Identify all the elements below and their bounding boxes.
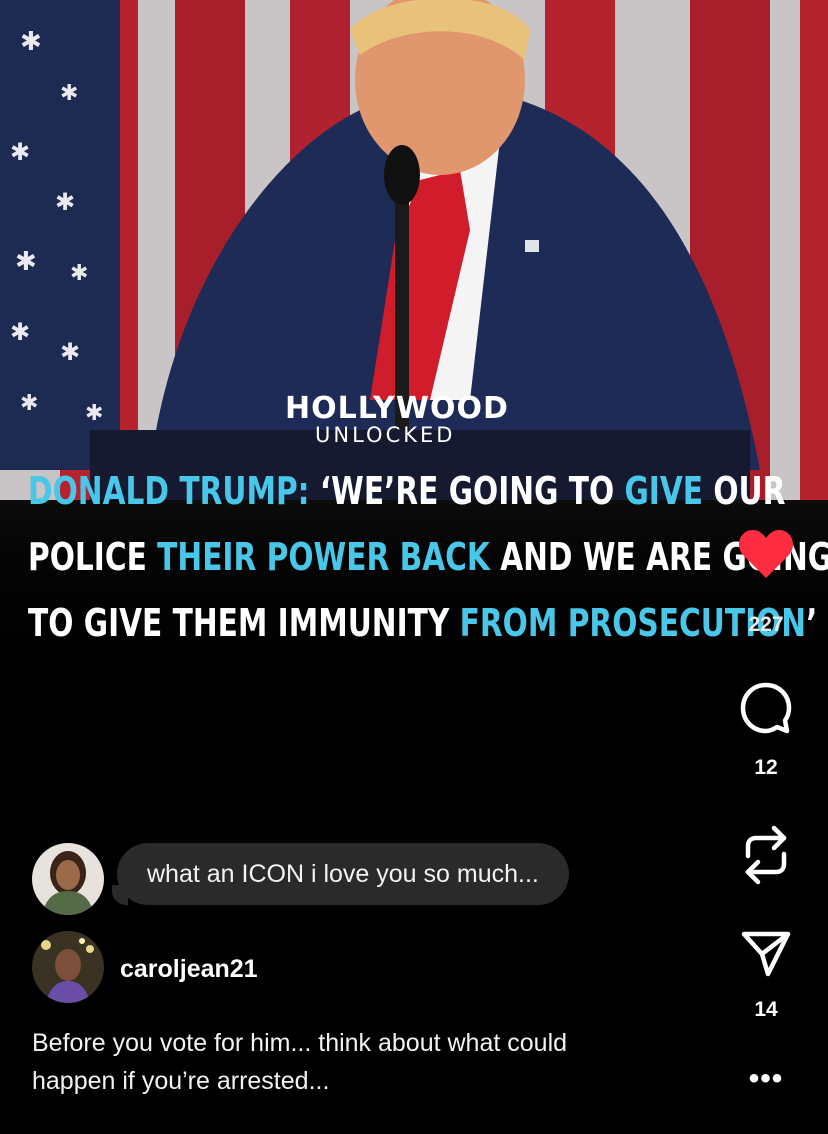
svg-text:✱: ✱ <box>10 139 30 166</box>
share-count: 14 <box>754 998 778 1021</box>
headline-line-2: POLICE THEIR POWER BACK AND WE ARE GOING <box>28 524 828 590</box>
brand-logo-top: HOLLYWOOD <box>285 391 509 426</box>
brand-logo: HOLLYWOOD UNLOCKED <box>285 391 545 447</box>
heart-icon <box>738 530 794 578</box>
svg-text:✱: ✱ <box>60 80 78 105</box>
svg-text:✱: ✱ <box>20 390 38 415</box>
more-options-button[interactable]: ••• <box>731 1064 801 1094</box>
headline-segment: THEIR POWER BACK <box>157 535 490 579</box>
headline-segment: ‘WE’RE GOING TO <box>309 469 625 513</box>
comment-bubble[interactable]: what an ICON i love you so much... <box>117 843 569 905</box>
headline-segment: POLICE <box>28 535 158 579</box>
headline-segment: DONALD TRUMP: <box>28 469 310 513</box>
author-avatar[interactable] <box>32 931 104 1003</box>
comment-count: 12 <box>754 756 778 779</box>
caption-line: Before you vote for him... think about w… <box>32 1029 568 1057</box>
headline-segment: OUR <box>703 469 786 513</box>
post-caption[interactable]: Before you vote for him... think about w… <box>32 1024 692 1100</box>
repost-button[interactable] <box>731 822 801 893</box>
headline-line-1: DONALD TRUMP: ‘WE’RE GOING TO GIVE OUR <box>28 458 785 524</box>
svg-text:✱: ✱ <box>60 339 80 366</box>
headline-line-3: TO GIVE THEM IMMUNITY FROM PROSECUTION’ <box>28 590 817 656</box>
video-headline: DONALD TRUMP: ‘WE’RE GOING TO GIVE OUR P… <box>28 458 828 656</box>
brand-logo-bottom: UNLOCKED <box>315 423 545 447</box>
svg-text:✱: ✱ <box>85 400 103 425</box>
like-button[interactable] <box>731 528 801 585</box>
headline-segment: GIVE <box>624 469 704 513</box>
reel-screen: ✱ ✱ ✱ ✱ ✱ ✱ ✱ ✱ ✱ ✱ HOLLYWOOD UNLOCKED D… <box>0 0 828 1134</box>
commenter-avatar[interactable] <box>32 843 104 915</box>
comment-button[interactable] <box>731 681 801 740</box>
caption-line: happen if you’re arrested... <box>32 1067 330 1095</box>
repost-icon <box>745 825 787 885</box>
svg-text:✱: ✱ <box>55 189 75 216</box>
like-count: 227 <box>748 613 784 636</box>
author-username[interactable]: caroljean21 <box>120 955 258 984</box>
brand-logo-initial: U <box>315 423 334 447</box>
svg-text:✱: ✱ <box>70 260 88 285</box>
video-player[interactable]: ✱ ✱ ✱ ✱ ✱ ✱ ✱ ✱ ✱ ✱ HOLLYWOOD UNLOCKED D… <box>0 0 828 665</box>
paper-plane-icon <box>741 931 791 977</box>
svg-text:✱: ✱ <box>10 319 30 346</box>
headline-segment: TO GIVE THEM IMMUNITY <box>28 601 460 645</box>
brand-logo-rest: NLOCKED <box>333 423 456 447</box>
svg-text:✱: ✱ <box>15 246 37 276</box>
headline-segment: ’ <box>806 601 818 645</box>
svg-text:✱: ✱ <box>20 26 42 56</box>
share-button[interactable] <box>731 928 801 985</box>
speech-bubble-icon <box>740 682 792 734</box>
